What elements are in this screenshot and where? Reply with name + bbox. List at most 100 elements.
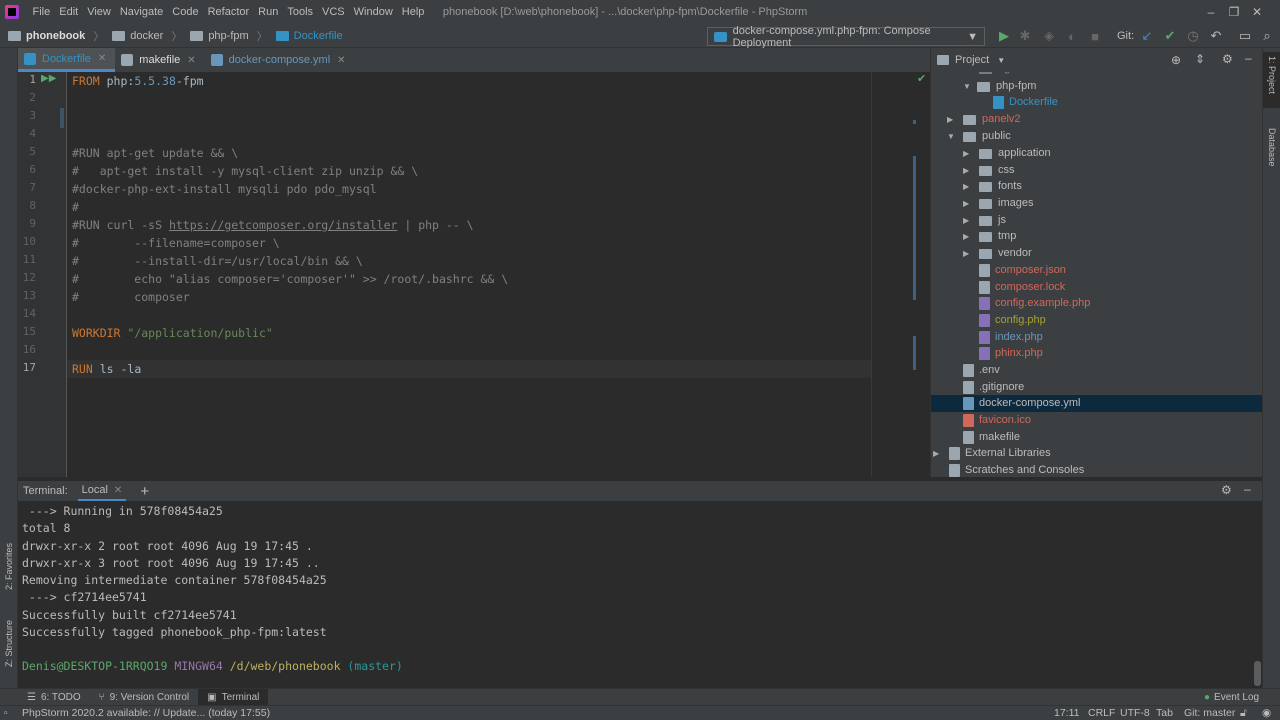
gear-icon[interactable]: ⚙ bbox=[1221, 483, 1232, 497]
tab-todo[interactable]: ☰ 6: TODO bbox=[18, 689, 90, 706]
add-tab-icon[interactable]: + bbox=[140, 483, 149, 500]
menu-view[interactable]: View bbox=[83, 0, 116, 24]
run-configuration-select[interactable]: docker-compose.yml.php-fpm: Compose Depl… bbox=[707, 25, 985, 49]
hide-icon[interactable]: – bbox=[1245, 51, 1252, 65]
tree-item[interactable]: ▶ application bbox=[963, 145, 1051, 162]
breadcrumb-docker[interactable]: docker 〉 bbox=[104, 28, 182, 44]
breadcrumb-php-fpm[interactable]: php-fpm 〉 bbox=[182, 28, 268, 44]
tree-item[interactable]: ▼ public bbox=[947, 128, 1011, 145]
tree-item[interactable]: config.php bbox=[979, 312, 1046, 329]
debug-icon[interactable]: ✱ bbox=[1016, 27, 1034, 45]
menu-navigate[interactable]: Navigate bbox=[115, 0, 167, 24]
locate-icon[interactable]: ⊕ bbox=[1171, 53, 1181, 67]
profile-icon[interactable]: ◐ bbox=[1063, 27, 1081, 45]
status-message[interactable]: PhpStorm 2020.2 available: // Update... … bbox=[22, 707, 270, 719]
collapse-all-icon[interactable]: ⇕ bbox=[1195, 52, 1205, 66]
tree-item[interactable]: Scratches and Consoles bbox=[949, 462, 1084, 477]
menu-refactor[interactable]: Refactor bbox=[203, 0, 254, 24]
history-icon[interactable]: ◷ bbox=[1184, 27, 1202, 45]
tree-item[interactable]: index.php bbox=[979, 329, 1043, 346]
chevron-down-icon[interactable]: ▼ bbox=[997, 56, 1005, 65]
breadcrumb-dockerfile[interactable]: Dockerfile bbox=[268, 30, 343, 42]
menu-tools[interactable]: Tools bbox=[283, 0, 318, 24]
hector-icon[interactable]: ◉ bbox=[1262, 707, 1271, 719]
file-encoding[interactable]: UTF-8 bbox=[1120, 707, 1150, 719]
caret-position[interactable]: 17:11 bbox=[1054, 707, 1080, 719]
tab-makefile[interactable]: makefile ✕ bbox=[115, 48, 204, 72]
tree-item[interactable]: ▼ php-fpm bbox=[963, 78, 1036, 95]
run-gutter-icon[interactable]: ▶▶ bbox=[41, 73, 56, 84]
window-layout-icon[interactable]: ▭ bbox=[1236, 27, 1254, 45]
tree-item[interactable]: nginx bbox=[979, 72, 1024, 77]
tree-item[interactable]: makefile bbox=[963, 429, 1020, 446]
tree-item[interactable]: ▶ js bbox=[963, 212, 1006, 229]
tree-item[interactable]: Dockerfile bbox=[993, 94, 1058, 111]
line-number: 6 bbox=[29, 163, 36, 176]
makefile-icon bbox=[963, 431, 974, 444]
indent-style[interactable]: Tab bbox=[1156, 707, 1173, 719]
tree-item[interactable]: composer.json bbox=[979, 262, 1066, 279]
tab-terminal[interactable]: ▣ Terminal bbox=[198, 688, 269, 706]
line-separator[interactable]: CRLF bbox=[1088, 707, 1115, 719]
menu-edit[interactable]: Edit bbox=[55, 0, 83, 24]
tree-item[interactable]: composer.lock bbox=[979, 279, 1065, 296]
project-tool-tab[interactable]: 1: Project bbox=[1267, 56, 1277, 94]
tab-dockerfile[interactable]: Dockerfile ✕ bbox=[18, 48, 116, 72]
menu-vcs[interactable]: VCS bbox=[318, 0, 350, 24]
database-tool-tab[interactable]: Database bbox=[1267, 128, 1277, 167]
vcs-commit-icon[interactable]: ✔ bbox=[1161, 27, 1179, 45]
close-tab-icon[interactable]: ✕ bbox=[114, 485, 122, 496]
lock-icon[interactable]: 🔓︎ bbox=[1240, 707, 1247, 720]
tree-item[interactable]: ▶ images bbox=[963, 195, 1033, 212]
line-number: 10 bbox=[22, 235, 36, 248]
tab-version-control[interactable]: ⑂ 9: Version Control bbox=[90, 689, 199, 706]
folder-icon bbox=[979, 165, 992, 176]
hide-icon[interactable]: – bbox=[1244, 482, 1251, 496]
tree-item-selected[interactable]: docker-compose.yml bbox=[931, 395, 1263, 412]
tree-item[interactable]: .env bbox=[963, 362, 1000, 379]
tree-item[interactable]: .gitignore bbox=[963, 379, 1024, 396]
tree-item[interactable]: ▶ panelv2 bbox=[947, 111, 1021, 128]
terminal-tab-local[interactable]: Local ✕ bbox=[77, 481, 127, 501]
search-icon[interactable]: ⌕ bbox=[1258, 27, 1276, 45]
line-number: 12 bbox=[22, 271, 36, 284]
close-tab-icon[interactable]: ✕ bbox=[98, 53, 106, 64]
tab-docker-compose[interactable]: docker-compose.yml ✕ bbox=[205, 48, 355, 72]
stop-icon[interactable]: ■ bbox=[1086, 27, 1104, 45]
rollback-icon[interactable]: ↶ bbox=[1207, 27, 1225, 45]
run-icon[interactable]: ▶ bbox=[995, 27, 1013, 45]
tree-item[interactable]: ▶ vendor bbox=[963, 245, 1032, 262]
folder-icon bbox=[190, 30, 204, 41]
close-tab-icon[interactable]: ✕ bbox=[337, 55, 345, 66]
coverage-icon[interactable]: ◈ bbox=[1040, 27, 1058, 45]
menu-code[interactable]: Code bbox=[168, 0, 203, 24]
project-view-title[interactable]: Project bbox=[955, 54, 989, 66]
installer-link[interactable]: https://getcomposer.org/installer bbox=[169, 218, 397, 232]
breadcrumb-phonebook[interactable]: phonebook 〉 bbox=[0, 28, 104, 44]
close-icon[interactable]: ✕ bbox=[1234, 0, 1280, 24]
menu-help[interactable]: Help bbox=[397, 0, 429, 24]
close-tab-icon[interactable]: ✕ bbox=[187, 55, 195, 66]
terminal-scrollbar[interactable] bbox=[1252, 501, 1262, 688]
terminal-output[interactable]: ---> Running in 578f08454a25 total 8 drw… bbox=[18, 501, 1252, 688]
tree-item[interactable]: ▶ fonts bbox=[963, 178, 1022, 195]
menu-window[interactable]: Window bbox=[349, 0, 397, 24]
tree-item[interactable]: ▶ tmp bbox=[963, 228, 1016, 245]
git-branch[interactable]: Git: master bbox=[1184, 707, 1235, 719]
scroll-thumb[interactable] bbox=[1254, 661, 1261, 686]
menu-file[interactable]: File bbox=[28, 0, 55, 24]
gear-icon[interactable]: ⚙ bbox=[1222, 52, 1233, 66]
structure-tool-tab[interactable]: Z: Structure bbox=[4, 620, 14, 667]
inspection-ok-icon[interactable]: ✔ bbox=[917, 72, 926, 85]
tree-item[interactable]: config.example.php bbox=[979, 295, 1090, 312]
tree-item[interactable]: ▶ css bbox=[963, 162, 1015, 179]
tree-item[interactable]: ▶ External Libraries bbox=[933, 445, 1051, 462]
tree-item[interactable]: favicon.ico bbox=[963, 412, 1031, 429]
code-editor[interactable]: FROM php:5.5.38-fpm #RUN apt-get update … bbox=[67, 72, 930, 477]
terminal-line: Successfully built cf2714ee5741 bbox=[22, 608, 237, 622]
tree-item[interactable]: phinx.php bbox=[979, 345, 1043, 362]
menu-run[interactable]: Run bbox=[254, 0, 283, 24]
favorites-tool-tab[interactable]: 2: Favorites bbox=[4, 543, 14, 590]
event-log-button[interactable]: ● Event Log bbox=[1195, 689, 1268, 706]
vcs-update-icon[interactable]: ↙ bbox=[1138, 27, 1156, 45]
